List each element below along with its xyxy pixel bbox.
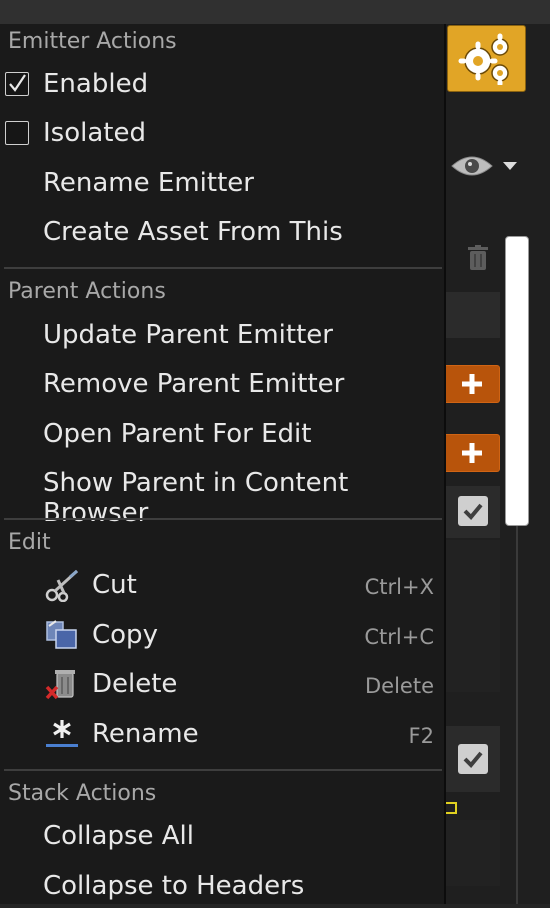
menu-item-enabled[interactable]: Enabled [0, 62, 444, 106]
menu-item-collapse-to-headers[interactable]: Collapse to Headers [0, 864, 444, 908]
plus-icon [461, 443, 482, 463]
menu-item-rename-emitter[interactable]: Rename Emitter [0, 161, 444, 205]
stack-row [444, 292, 500, 338]
menu-item-open-parent[interactable]: Open Parent For Edit [0, 412, 444, 456]
menu-item-label: Copy [92, 620, 158, 650]
eye-icon [451, 156, 493, 176]
stack-row [444, 540, 500, 692]
menu-item-label: Delete [92, 669, 178, 699]
trash-icon [468, 245, 488, 270]
enabled-checkbox[interactable] [5, 72, 29, 96]
settings-button[interactable] [447, 25, 526, 92]
menu-item-update-parent[interactable]: Update Parent Emitter [0, 313, 444, 357]
checkmark-icon [463, 503, 483, 520]
menu-item-label: Create Asset From This [43, 217, 343, 247]
context-menu: Emitter Actions Enabled Isolated Rename … [0, 24, 446, 904]
menu-item-rename[interactable]: Rename F2 [0, 712, 444, 756]
menu-item-isolated[interactable]: Isolated [0, 111, 444, 155]
scrollbar-thumb[interactable] [505, 236, 529, 526]
section-header-stack-actions: Stack Actions [8, 781, 157, 806]
visibility-dropdown[interactable] [450, 150, 522, 182]
checkmark-icon [9, 74, 26, 92]
shortcut-label: Ctrl+X [364, 575, 434, 599]
checkmark-icon [463, 751, 483, 768]
isolated-checkbox[interactable] [5, 121, 29, 145]
scissors-icon [45, 569, 79, 602]
menu-item-show-parent[interactable]: Show Parent in Content Browser [0, 461, 444, 528]
section-header-parent-actions: Parent Actions [8, 279, 166, 304]
gear-icon [458, 33, 509, 85]
rename-icon [46, 720, 78, 747]
menu-separator [4, 518, 442, 520]
menu-item-cut[interactable]: Cut Ctrl+X [0, 563, 444, 607]
menu-item-delete[interactable]: Delete Delete [0, 662, 444, 706]
menu-item-label: Rename Emitter [43, 168, 254, 198]
editor-top-bar [0, 0, 550, 24]
module-enabled-checkbox[interactable] [458, 496, 488, 526]
add-module-button[interactable] [444, 434, 500, 472]
module-enabled-checkbox[interactable] [458, 744, 488, 774]
menu-item-collapse-all[interactable]: Collapse All [0, 814, 444, 858]
section-header-edit: Edit [8, 530, 51, 555]
menu-item-label: Update Parent Emitter [43, 320, 333, 350]
delete-emitter-button[interactable] [463, 244, 493, 272]
stack-row [444, 820, 500, 886]
plus-icon [461, 374, 482, 394]
delete-icon [45, 670, 75, 700]
menu-separator [4, 769, 442, 771]
link-indicator-icon [446, 802, 457, 814]
shortcut-label: Delete [365, 674, 434, 698]
menu-item-label: Enabled [43, 69, 149, 99]
chevron-down-icon [503, 162, 517, 170]
menu-item-create-asset[interactable]: Create Asset From This [0, 210, 444, 254]
menu-item-remove-parent[interactable]: Remove Parent Emitter [0, 362, 444, 406]
menu-item-label: Remove Parent Emitter [43, 369, 345, 399]
menu-item-label: Cut [92, 570, 137, 600]
menu-item-copy[interactable]: Copy Ctrl+C [0, 613, 444, 657]
menu-item-label: Collapse All [43, 821, 194, 851]
menu-separator [4, 267, 442, 269]
menu-item-label: Isolated [43, 118, 146, 148]
section-header-emitter-actions: Emitter Actions [8, 29, 177, 54]
copy-icon [46, 620, 77, 649]
menu-item-label: Open Parent For Edit [43, 419, 312, 449]
add-module-button[interactable] [444, 365, 500, 403]
shortcut-label: Ctrl+C [364, 625, 434, 649]
menu-item-label: Rename [92, 719, 199, 749]
menu-item-label: Collapse to Headers [43, 871, 305, 901]
shortcut-label: F2 [408, 724, 434, 748]
